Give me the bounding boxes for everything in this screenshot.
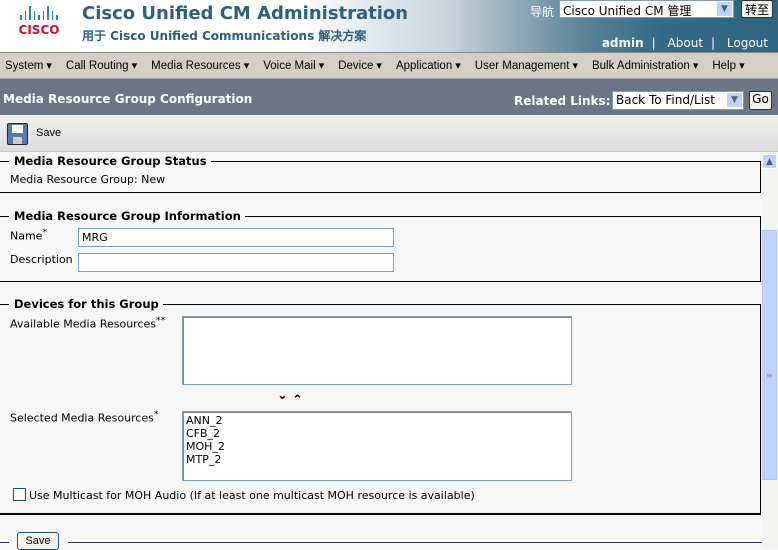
toolbar: Save xyxy=(0,115,778,152)
name-input[interactable]: MRG xyxy=(78,228,394,247)
name-label: Name* xyxy=(10,227,48,243)
scroll-thumb[interactable]: ≡ xyxy=(762,230,777,480)
logout-link[interactable]: Logout xyxy=(727,36,768,50)
related-links-select[interactable]: Back To Find/List ▼ xyxy=(612,91,744,110)
related-links-label: Related Links: xyxy=(514,94,611,108)
scroll-up-icon[interactable]: ▲ xyxy=(762,154,777,169)
selected-resources-list[interactable]: ANN_2 CFB_2 MOH_2 MTP_2 xyxy=(182,411,572,481)
available-resources-list[interactable] xyxy=(182,316,572,385)
scrollbar[interactable]: ▲ ≡ xyxy=(762,152,778,549)
save-button[interactable]: Save xyxy=(17,532,59,550)
app-subtitle: 用于 Cisco Unified Communications 解决方案 xyxy=(82,29,367,43)
content: Media Resource Group Status Media Resour… xyxy=(0,152,762,550)
menu-media-resources[interactable]: Media Resources xyxy=(151,59,249,72)
title-bar: Media Resource Group Configuration Relat… xyxy=(0,78,778,115)
goto-button[interactable]: 转至 xyxy=(741,0,773,18)
menu-bar: System Call Routing Media Resources Voic… xyxy=(0,52,778,78)
multicast-label: Use Multicast for MOH Audio (If at least… xyxy=(29,489,475,502)
list-item[interactable]: CFB_2 xyxy=(186,427,568,440)
save-toolbar-button[interactable]: Save xyxy=(36,127,61,139)
move-up-icon[interactable]: ⌃ xyxy=(292,393,303,408)
selected-label: Selected Media Resources* xyxy=(10,409,159,425)
list-item[interactable]: ANN_2 xyxy=(186,414,568,427)
page-title: Media Resource Group Configuration xyxy=(3,92,253,106)
list-item[interactable]: MTP_2 xyxy=(186,453,568,466)
menu-system[interactable]: System xyxy=(5,59,52,72)
menu-application[interactable]: Application xyxy=(396,59,461,72)
user-links: admin | About | Logout xyxy=(601,36,768,50)
navigation-select[interactable]: Cisco Unified CM 管理 ▼ xyxy=(559,0,734,18)
chevron-down-icon: ▼ xyxy=(727,93,742,107)
cisco-logo: CISCO xyxy=(14,6,64,46)
available-label: Available Media Resources** xyxy=(10,315,166,331)
menu-user-management[interactable]: User Management xyxy=(475,59,578,72)
menu-bulk-administration[interactable]: Bulk Administration xyxy=(592,59,698,72)
divider xyxy=(0,542,9,543)
info-section: Media Resource Group Information Name* M… xyxy=(0,209,761,282)
save-icon[interactable] xyxy=(7,123,28,145)
status-legend: Media Resource Group Status xyxy=(9,154,211,168)
description-label: Description xyxy=(10,253,73,266)
description-input[interactable] xyxy=(78,253,394,272)
about-link[interactable]: About xyxy=(668,36,703,50)
menu-device[interactable]: Device xyxy=(338,59,382,72)
go-button[interactable]: Go xyxy=(749,91,772,110)
multicast-checkbox[interactable] xyxy=(13,488,26,501)
devices-section: Devices for this Group Available Media R… xyxy=(0,297,761,515)
username: admin xyxy=(601,36,644,50)
info-legend: Media Resource Group Information xyxy=(9,209,245,223)
divider xyxy=(68,542,762,543)
status-section: Media Resource Group Status Media Resour… xyxy=(0,154,761,193)
menu-voice-mail[interactable]: Voice Mail xyxy=(263,59,324,72)
chevron-down-icon: ▼ xyxy=(717,2,732,16)
menu-help[interactable]: Help xyxy=(712,59,744,72)
list-item[interactable]: MOH_2 xyxy=(186,440,568,453)
header: CISCO Cisco Unified CM Administration 用于… xyxy=(0,0,778,52)
navigation-label: 导航 xyxy=(530,5,555,19)
devices-legend: Devices for this Group xyxy=(9,297,163,311)
app-title: Cisco Unified CM Administration xyxy=(82,3,409,24)
menu-call-routing[interactable]: Call Routing xyxy=(66,59,137,72)
status-text: Media Resource Group: New xyxy=(10,173,166,186)
move-down-icon[interactable]: ⌄ xyxy=(277,388,288,403)
